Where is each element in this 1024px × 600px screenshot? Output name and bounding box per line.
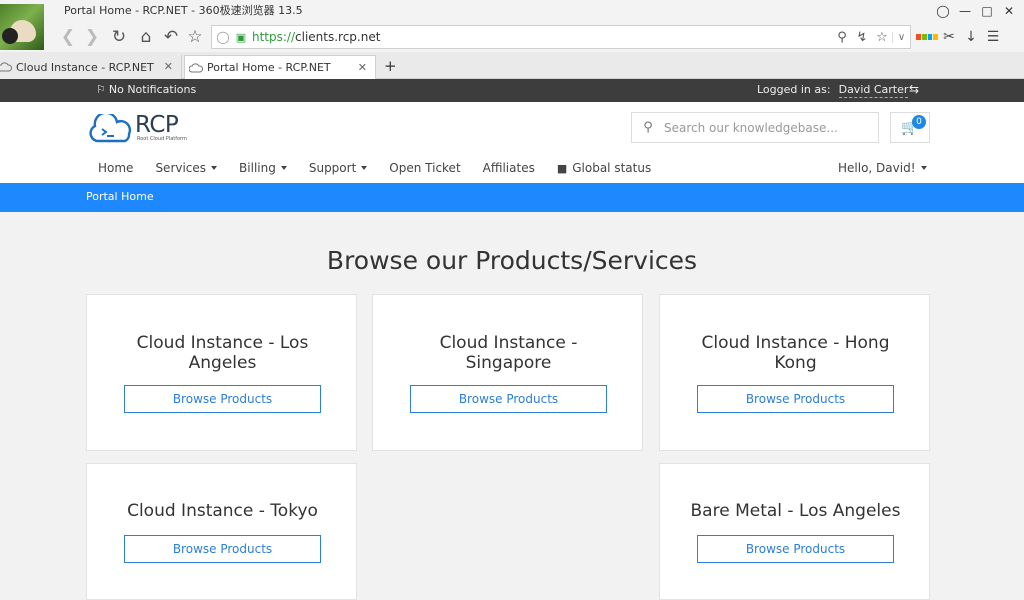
tab-strip: Cloud Instance - RCP.NET ✕ Portal Home -… [0, 52, 1024, 79]
browse-products-button[interactable]: Browse Products [697, 535, 894, 563]
browse-products-button[interactable]: Browse Products [410, 385, 607, 413]
site-header: RCP Root Cloud Platform ⚲ 🛒 0 Home Servi… [0, 102, 1024, 183]
nav-home[interactable]: Home [87, 161, 144, 175]
card-title: Cloud Instance - Singapore [439, 333, 578, 373]
url-bar[interactable]: ◯ ▣ https://clients.rcp.net ⚲ ↯ ☆ ∨ [211, 25, 911, 49]
forward-icon[interactable]: ❯ [81, 26, 103, 48]
cloud-favicon-icon [0, 62, 12, 72]
browse-products-button[interactable]: Browse Products [124, 385, 321, 413]
box-icon: ■ [556, 161, 568, 175]
product-card-hong-kong: Cloud Instance - Hong Kong Browse Produc… [659, 294, 930, 451]
page-title: Browse our Products/Services [326, 246, 698, 275]
main-content: Browse our Products/Services Cloud Insta… [0, 212, 1024, 600]
caret-down-icon [280, 166, 287, 170]
home-icon[interactable]: ⌂ [135, 26, 157, 48]
browse-products-button[interactable]: Browse Products [697, 385, 894, 413]
bookmark-star-icon[interactable]: ☆ [184, 26, 206, 48]
tab-portal-home[interactable]: Portal Home - RCP.NET ✕ [184, 55, 376, 79]
minimize-icon[interactable]: — [954, 1, 976, 21]
cloud-logo-icon [89, 114, 132, 143]
notifications-text: No Notifications [108, 83, 197, 96]
tab-label: Portal Home - RCP.NET [207, 61, 331, 74]
url-bar-icons: ⚲ ↯ ☆ ∨ [832, 26, 910, 48]
tab-label: Cloud Instance - RCP.NET [16, 60, 154, 74]
window-title: Portal Home - RCP.NET - 360极速浏览器 13.5 [64, 4, 303, 17]
breadcrumb[interactable]: Portal Home [86, 190, 154, 203]
tab-close-icon[interactable]: ✕ [358, 61, 367, 74]
window-titlebar: Portal Home - RCP.NET - 360极速浏览器 13.5 ◯ … [0, 0, 1024, 22]
reload-icon[interactable]: ↻ [108, 26, 130, 48]
search-icon: ⚲ [643, 120, 653, 135]
logo-text: RCP [135, 112, 179, 138]
zoom-search-icon[interactable]: ⚲ [832, 30, 852, 45]
menu-icon[interactable]: ☰ [982, 26, 1004, 48]
knowledgebase-search: ⚲ [631, 112, 879, 143]
favorite-star-icon[interactable]: ☆ [872, 30, 892, 45]
product-card-tokyo: Cloud Instance - Tokyo Browse Products [86, 463, 357, 600]
nav-affiliates[interactable]: Affiliates [472, 161, 546, 175]
shuffle-icon[interactable]: ⇆ [909, 82, 919, 96]
search-input[interactable] [664, 120, 864, 135]
cloud-favicon-icon [189, 62, 203, 72]
chevron-down-icon[interactable]: ∨ [892, 31, 910, 43]
address-toolbar: ❮ ❯ ↻ ⌂ ↶ ☆ ◯ ▣ https://clients.rcp.net … [0, 22, 1024, 52]
greeting-text: Hello, David! [838, 161, 916, 175]
product-card-singapore: Cloud Instance - Singapore Browse Produc… [372, 294, 643, 451]
lock-icon[interactable]: ▣ [234, 31, 248, 44]
tab-close-icon[interactable]: ✕ [164, 60, 173, 73]
card-title: Cloud Instance - Tokyo [127, 501, 318, 521]
url-text[interactable]: https://clients.rcp.net [252, 30, 380, 44]
lightning-icon[interactable]: ↯ [852, 30, 872, 45]
tab-cloud-instance[interactable]: Cloud Instance - RCP.NET ✕ [0, 55, 182, 79]
nav-support[interactable]: Support [298, 161, 378, 175]
logged-in-info: Logged in as: David Carter ⇆ [757, 82, 919, 98]
notifications-link[interactable]: ⚐ No Notifications [96, 83, 196, 96]
nav-global-status[interactable]: ■ Global status [546, 161, 662, 175]
url-host: clients.rcp.net [295, 30, 381, 44]
undo-close-icon[interactable]: ↶ [160, 26, 182, 48]
card-title: Cloud Instance - Hong Kong [701, 333, 890, 373]
user-name-link[interactable]: David Carter [838, 83, 909, 98]
toolbar-right: ✂ ↓ ☰ [916, 26, 1004, 48]
url-scheme: https:// [252, 30, 296, 44]
account-topbar: ⚐ No Notifications Logged in as: David Ca… [0, 79, 1024, 102]
skin-icon[interactable]: ◯ [932, 1, 954, 21]
breadcrumb-bar: Portal Home [0, 183, 1024, 212]
caret-down-icon [920, 166, 927, 170]
card-title: Cloud Instance - Los Angeles [136, 333, 309, 373]
caret-down-icon [211, 166, 218, 170]
browser-avatar[interactable] [0, 4, 44, 50]
shield-icon[interactable]: ◯ [212, 30, 234, 44]
nav-services[interactable]: Services [144, 161, 228, 175]
close-window-icon[interactable]: ✕ [998, 1, 1020, 21]
cart-count-badge: 0 [912, 115, 926, 129]
product-card-los-angeles: Cloud Instance - Los Angeles Browse Prod… [86, 294, 357, 451]
flag-icon: ⚐ [96, 83, 106, 96]
back-icon[interactable]: ❮ [57, 26, 79, 48]
avatar-cat-shape-dark [2, 28, 18, 44]
caret-down-icon [361, 166, 368, 170]
new-tab-button[interactable]: + [384, 57, 397, 75]
main-navigation: Home Services Billing Support Open Ticke… [87, 161, 662, 175]
scissors-icon[interactable]: ✂ [938, 26, 960, 48]
logo-tagline: Root Cloud Platform [137, 136, 187, 142]
nav-open-ticket[interactable]: Open Ticket [378, 161, 471, 175]
maximize-icon[interactable]: □ [976, 1, 998, 21]
download-icon[interactable]: ↓ [960, 26, 982, 48]
product-card-bare-metal: Bare Metal - Los Angeles Browse Products [659, 463, 930, 600]
site-logo[interactable]: RCP Root Cloud Platform [87, 112, 197, 146]
browse-products-button[interactable]: Browse Products [124, 535, 321, 563]
card-title: Bare Metal - Los Angeles [690, 501, 901, 521]
logged-in-label: Logged in as: [757, 83, 831, 96]
user-menu[interactable]: Hello, David! [838, 161, 927, 175]
window-controls: ◯ — □ ✕ [932, 1, 1020, 21]
cart-button[interactable]: 🛒 0 [890, 112, 930, 143]
apps-grid-icon[interactable] [916, 26, 938, 48]
nav-billing[interactable]: Billing [228, 161, 298, 175]
